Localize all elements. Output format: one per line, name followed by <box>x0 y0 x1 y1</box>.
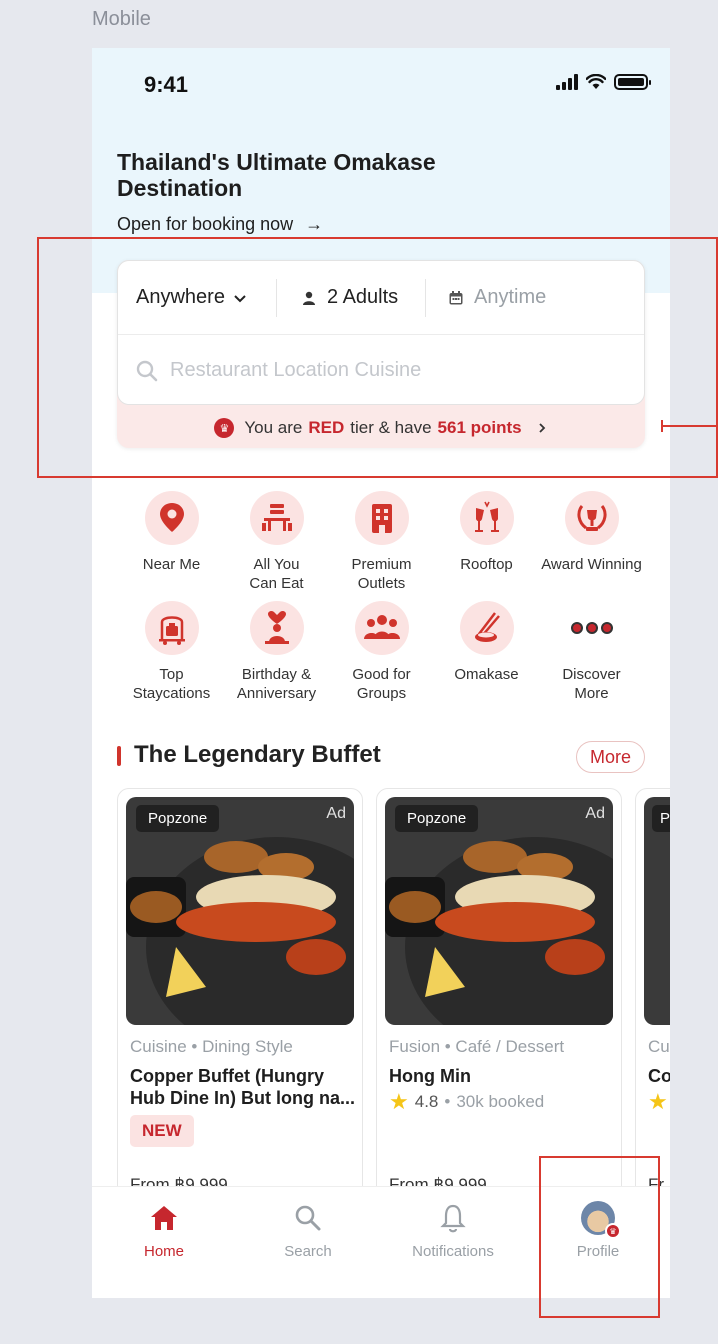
hero-title: Thailand's Ultimate Omakase Destination <box>117 149 436 201</box>
highlight-connector <box>661 420 718 432</box>
status-time: 9:41 <box>144 72 189 97</box>
battery-icon <box>614 74 651 90</box>
category-rooftop[interactable]: Rooftop <box>434 491 539 574</box>
ad-label: Ad <box>326 805 346 822</box>
cellular-signal-icon <box>556 74 578 90</box>
star-icon: ★ <box>389 1089 409 1114</box>
cuisine-meta: Cu <box>648 1037 670 1056</box>
category-top-staycations[interactable]: Top Staycations <box>119 601 224 703</box>
category-label: Top Staycations <box>132 666 211 702</box>
cuisine-meta: Cuisine • Dining Style <box>130 1037 293 1056</box>
location-pin-icon <box>144 491 199 545</box>
tab-label: Search <box>284 1243 332 1260</box>
highlight-box-search <box>37 237 718 478</box>
category-all-you-can-eat[interactable]: All You Can Eat <box>224 491 329 593</box>
group-people-icon <box>354 601 409 655</box>
category-label: All You Can Eat <box>249 556 304 592</box>
luggage-cart-icon <box>144 601 199 655</box>
more-dots-icon <box>565 601 619 655</box>
phone-screen: 9:41 Thailand's Ultimate Omakase Destina… <box>92 48 670 1298</box>
new-badge: NEW <box>130 1115 194 1147</box>
wifi-icon <box>586 74 606 89</box>
tab-search[interactable]: Search <box>248 1201 368 1260</box>
wine-glasses-icon <box>459 491 514 545</box>
rating-row: ★ 4.8 • 30k booked <box>389 1089 544 1115</box>
category-label: Good for Groups <box>352 666 411 702</box>
tab-notifications[interactable]: Notifications <box>393 1201 513 1260</box>
category-label: Award Winning <box>541 556 642 573</box>
category-label: Discover More <box>562 666 621 702</box>
category-label: Rooftop <box>460 556 513 573</box>
sponsor-tag: Popzone <box>136 805 220 832</box>
restaurant-card[interactable]: P Cu Co Hu ★ Fr <box>635 788 670 1208</box>
category-label: Near Me <box>142 556 201 573</box>
category-omakase[interactable]: Omakase <box>434 601 539 684</box>
laurel-trophy-icon <box>564 491 619 545</box>
category-label: Omakase <box>454 666 519 683</box>
bell-icon <box>393 1201 513 1235</box>
restaurant-name: Hong Min <box>389 1066 471 1086</box>
home-icon <box>104 1201 224 1235</box>
frame-label: Mobile <box>92 8 151 30</box>
highlight-box-profile <box>539 1156 660 1318</box>
arrow-right-icon: → <box>305 214 324 234</box>
rating-separator: • <box>444 1092 451 1111</box>
restaurant-card[interactable]: Popzone Ad Fusion • Café / Dessert Hong … <box>376 788 622 1208</box>
category-birthday-anniversary[interactable]: Birthday & Anniversary <box>224 601 329 703</box>
open-booking-link[interactable]: Open for booking now → <box>117 214 323 235</box>
rating-value: 4.8 <box>414 1092 439 1111</box>
restaurant-card[interactable]: Popzone Ad Cuisine • Dining Style Copper… <box>117 788 363 1208</box>
category-near-me[interactable]: Near Me <box>119 491 224 574</box>
booked-count: 30k booked <box>456 1092 545 1111</box>
category-award-winning[interactable]: Award Winning <box>539 491 644 574</box>
restaurant-name: Co Hu <box>648 1066 670 1086</box>
gift-heart-icon <box>249 601 304 655</box>
status-icons <box>556 74 651 90</box>
more-button[interactable]: More <box>576 741 645 773</box>
tab-label: Home <box>143 1243 184 1260</box>
open-booking-label: Open for booking now <box>117 214 294 234</box>
rating-row: ★ <box>648 1089 668 1115</box>
sushi-chopsticks-icon <box>459 601 514 655</box>
tab-home[interactable]: Home <box>104 1201 224 1260</box>
category-discover-more[interactable]: Discover More <box>539 601 644 703</box>
tab-label: Notifications <box>412 1243 494 1260</box>
section-title: The Legendary Buffet <box>134 741 381 768</box>
ad-label: Ad <box>585 805 605 822</box>
star-icon: ★ <box>648 1089 668 1114</box>
category-label: Birthday & Anniversary <box>236 666 317 702</box>
sponsor-tag: Popzone <box>395 805 479 832</box>
category-good-for-groups[interactable]: Good for Groups <box>329 601 434 703</box>
search-icon <box>248 1201 368 1235</box>
hotel-building-icon <box>354 491 409 545</box>
category-label: Premium Outlets <box>351 556 412 592</box>
section-accent-bar <box>117 746 121 766</box>
cuisine-meta: Fusion • Café / Dessert <box>389 1037 565 1056</box>
category-premium-outlets[interactable]: Premium Outlets <box>329 491 434 593</box>
sponsor-tag: P <box>652 805 670 832</box>
restaurant-name: Copper Buffet (Hungry Hub Dine In) But l… <box>130 1066 355 1108</box>
buffet-table-icon <box>249 491 304 545</box>
